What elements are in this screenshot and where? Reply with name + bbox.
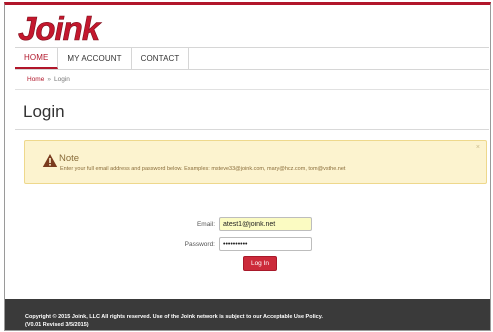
login-button[interactable]: Log In — [243, 256, 277, 271]
joink-logo[interactable]: Joink — [17, 11, 113, 45]
email-field[interactable] — [219, 217, 312, 231]
footer: Copyright © 2015 Joink, LLC All rights r… — [5, 299, 490, 330]
main-nav: HOME MY ACCOUNT CONTACT — [15, 47, 489, 70]
nav-home[interactable]: HOME — [15, 48, 59, 69]
footer-version: (V0.01 Revised 3/5/2015) — [25, 322, 89, 328]
browser-window: Joink HOME MY ACCOUNT CONTACT Home» Login… — [4, 2, 491, 331]
logo-text: Joink — [18, 11, 102, 45]
divider — [15, 129, 489, 130]
warning-icon — [42, 153, 58, 168]
divider — [15, 89, 489, 90]
breadcrumb: Home» Login — [27, 76, 70, 83]
breadcrumb-current: Login — [53, 76, 70, 83]
alert-title: Note — [59, 153, 80, 164]
header: Joink — [5, 5, 490, 49]
page-title: Login — [23, 102, 65, 121]
footer-copyright: Copyright © 2015 Joink, LLC All rights r… — [25, 314, 323, 320]
email-label: Email: — [196, 221, 215, 228]
nav-contact[interactable]: CONTACT — [132, 48, 190, 69]
breadcrumb-separator: » — [47, 76, 51, 83]
note-alert: Note Enter your full email address and p… — [24, 140, 487, 184]
alert-text: Enter your full email address and passwo… — [60, 166, 346, 172]
close-icon[interactable]: × — [476, 144, 480, 151]
breadcrumb-home[interactable]: Home — [27, 76, 44, 83]
password-label: Password: — [184, 241, 215, 248]
password-field[interactable] — [219, 237, 312, 251]
nav-my-account[interactable]: MY ACCOUNT — [58, 48, 132, 69]
